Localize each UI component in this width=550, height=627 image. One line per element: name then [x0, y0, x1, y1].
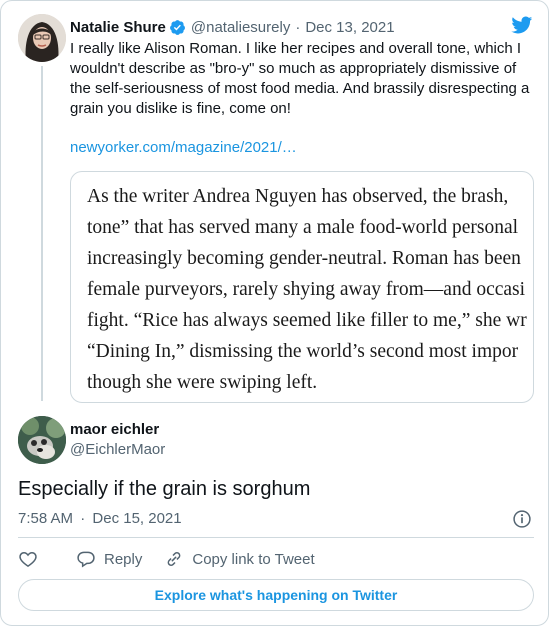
excerpt-line: female purveyors, rarely shying away fro…	[87, 279, 526, 300]
quoted-tweet-date[interactable]: Dec 13, 2021	[305, 19, 394, 36]
twitter-bird-icon[interactable]	[509, 14, 534, 36]
article-excerpt-image[interactable]: As the writer Andrea Nguyen has observed…	[70, 171, 534, 403]
link-icon	[167, 552, 181, 566]
excerpt-line: tone” that has served many a male food-w…	[87, 217, 519, 238]
divider	[18, 537, 534, 538]
excerpt-line: “Dining In,” dismissing the world’s seco…	[87, 341, 519, 362]
quoted-tweet-text: I really like Alison Roman. I like her r…	[70, 40, 530, 117]
copy-link-button[interactable]: Copy link to Tweet	[164, 549, 315, 569]
author-name[interactable]: maor eichler	[70, 421, 159, 438]
explore-twitter-button[interactable]: Explore what's happening on Twitter	[18, 579, 534, 611]
tweet-text: Especially if the grain is sorghum	[18, 478, 311, 500]
copy-link-label: Copy link to Tweet	[192, 550, 315, 568]
excerpt-line: As the writer Andrea Nguyen has observed…	[87, 186, 509, 207]
quoted-author-name[interactable]: Natalie Shure	[70, 19, 166, 36]
quoted-tweet-header: Natalie Shure @nataliesurely · Dec 13, 2…	[70, 17, 395, 37]
natalie-shure-avatar[interactable]	[18, 14, 66, 62]
excerpt-line: fight. “Rice has always seemed like fill…	[87, 310, 527, 331]
maor-eichler-avatar[interactable]	[18, 416, 66, 464]
heart-icon	[19, 551, 37, 567]
reply-label: Reply	[104, 550, 143, 568]
timestamp-separator: ·	[80, 510, 86, 527]
reply-bubble-icon	[77, 551, 95, 568]
tweet-timestamp[interactable]: 7:58 AM · Dec 15, 2021	[18, 510, 182, 527]
excerpt-line: increasingly becoming gender-neutral. Ro…	[87, 248, 521, 269]
info-icon[interactable]	[512, 509, 532, 529]
tweet-time: 7:58 AM	[18, 510, 74, 527]
header-separator: ·	[295, 18, 301, 36]
tweet-embed-card: Natalie Shure @nataliesurely · Dec 13, 2…	[0, 0, 549, 626]
article-link[interactable]: newyorker.com/magazine/2021/…	[70, 139, 297, 156]
tweet-date: Dec 15, 2021	[92, 510, 182, 527]
excerpt-line: though she were swiping left.	[87, 372, 318, 393]
reply-button[interactable]: Reply	[76, 549, 142, 569]
quoted-author-handle[interactable]: @nataliesurely	[191, 19, 290, 36]
author-handle[interactable]: @EichlerMaor	[70, 441, 165, 458]
action-bar: Reply Copy link to Tweet	[18, 547, 315, 571]
thread-connector-line	[41, 66, 43, 401]
like-button[interactable]	[18, 549, 46, 569]
verified-badge-icon	[169, 19, 185, 35]
